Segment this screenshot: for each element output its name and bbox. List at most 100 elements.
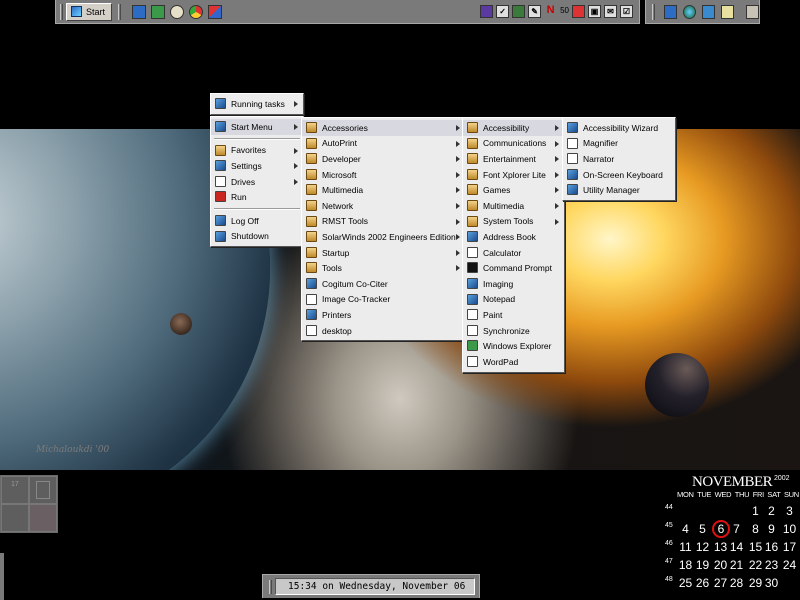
calendar-day[interactable]: 13 [712,540,729,554]
calendar-day[interactable]: 28 [728,576,745,590]
left-edge-handle[interactable] [0,553,4,600]
menu-item-entertainment[interactable]: Entertainment [463,151,564,167]
menu-item-start-menu[interactable]: Start Menu [211,119,303,135]
menu-item-synchronize[interactable]: Synchronize [463,323,564,339]
desktop-icon[interactable] [663,4,677,19]
calendar-day[interactable]: 19 [694,558,711,572]
menu-item-run[interactable]: Run [211,189,303,205]
clock-text[interactable]: 15:34 on Wednesday, November 06 [275,578,475,595]
toolbar-grip[interactable] [652,3,655,20]
menu-item-rmst-tools[interactable]: RMST Tools [302,214,465,230]
calendar-day[interactable]: 7 [728,522,745,536]
menu-item-accessories[interactable]: Accessories [302,120,465,136]
calendar-day[interactable]: 30 [763,576,780,590]
menu-item-accessibility[interactable]: Accessibility [463,120,564,136]
menu-item-microsoft[interactable]: Microsoft [302,167,465,183]
media-icon[interactable] [170,4,185,19]
calendar-day[interactable]: 9 [763,522,780,536]
quicklaunch-grip[interactable] [118,3,122,20]
check-icon[interactable]: ✓ [496,5,510,18]
menu-item-accessibility-wizard[interactable]: Accessibility Wizard [563,120,675,136]
menu-item-imaging[interactable]: Imaging [463,276,564,292]
start-button[interactable]: Start [66,2,113,21]
calendar-day[interactable]: 18 [677,558,694,572]
menu-item-cogitum-co-citer[interactable]: Cogitum Co-Citer [302,276,465,292]
taskbar-grip[interactable] [60,3,63,20]
menu-item-paint[interactable]: Paint [463,307,564,323]
calendar-day[interactable]: 12 [694,540,711,554]
calendar-day[interactable]: 27 [712,576,729,590]
menu-item-multimedia[interactable]: Multimedia [463,198,564,214]
clipboard-icon[interactable] [745,4,759,19]
menu-item-narrator[interactable]: Narrator [563,151,675,167]
calendar-day[interactable]: 11 [677,540,694,554]
menu-item-font-xplorer[interactable]: Font Xplorer Lite [463,167,564,183]
menu-item-autoprint[interactable]: AutoPrint [302,136,465,152]
menu-item-utility-manager[interactable]: Utility Manager [563,182,675,198]
menu-item-magnifier[interactable]: Magnifier [563,136,675,152]
calendar-day[interactable]: 20 [712,558,729,572]
calendar-day[interactable]: 17 [781,540,798,554]
menu-item-address-book[interactable]: Address Book [463,229,564,245]
image-icon[interactable] [512,5,526,18]
pager-desktop-2[interactable] [29,476,57,504]
menu-item-log-off[interactable]: Log Off [211,213,303,229]
pager-desktop-3[interactable] [1,504,29,532]
calendar-day[interactable]: 16 [763,540,780,554]
red-box-icon[interactable] [572,5,585,18]
calendar-day[interactable]: 5 [694,522,711,536]
windows-icon[interactable] [208,4,223,19]
menu-item-favorites[interactable]: Favorites [211,143,303,159]
pager-desktop-4[interactable] [29,504,57,532]
menu-item-shutdown[interactable]: Shutdown [211,229,303,245]
explorer-icon[interactable] [151,4,166,19]
menu-item-solarwinds[interactable]: SolarWinds 2002 Engineers Edition [302,229,465,245]
calendar-day[interactable]: 1 [747,504,764,518]
calendar-day[interactable]: 29 [747,576,764,590]
norton-icon[interactable]: N [544,5,557,18]
calendar-day[interactable]: 4 [677,522,694,536]
pen-icon[interactable]: ✎ [528,5,542,18]
menu-item-command-prompt[interactable]: Command Prompt [463,260,564,276]
pager-desktop-1[interactable]: 17 [1,476,29,504]
menu-item-windows-explorer[interactable]: Windows Explorer [463,338,564,354]
desktop-icon[interactable] [132,4,147,19]
calendar-day[interactable]: 24 [781,558,798,572]
toolbox-icon[interactable]: ▣ [588,5,601,18]
calendar-day[interactable]: 2 [763,504,780,518]
calendar-day[interactable]: 23 [763,558,780,572]
menu-item-tools[interactable]: Tools [302,260,465,276]
browser-icon[interactable] [189,4,204,19]
clock-grip[interactable] [269,579,272,594]
calendar-day[interactable]: 8 [747,522,764,536]
network-icon[interactable] [701,4,715,19]
calendar-icon[interactable] [720,4,734,19]
shield-icon[interactable] [480,5,494,18]
menu-item-network[interactable]: Network [302,198,465,214]
menu-item-wordpad[interactable]: WordPad [463,354,564,370]
mail-icon[interactable]: ✉ [604,5,617,18]
menu-item-games[interactable]: Games [463,182,564,198]
menu-item-drives[interactable]: Drives [211,174,303,190]
menu-item-developer[interactable]: Developer [302,151,465,167]
calendar-day[interactable]: 26 [694,576,711,590]
menu-item-running-tasks[interactable]: Running tasks [211,96,303,112]
menu-item-calculator[interactable]: Calculator [463,245,564,261]
calendar-day[interactable]: 21 [728,558,745,572]
menu-item-multimedia[interactable]: Multimedia [302,182,465,198]
menu-item-settings[interactable]: Settings [211,158,303,174]
menu-item-on-screen-keyboard[interactable]: On-Screen Keyboard [563,167,675,183]
menu-item-system-tools[interactable]: System Tools [463,214,564,230]
calendar-day[interactable]: 22 [747,558,764,572]
menu-item-printers[interactable]: Printers [302,307,465,323]
calendar-day[interactable]: 15 [747,540,764,554]
calendar-day[interactable]: 10 [781,522,798,536]
calendar-day[interactable]: 25 [677,576,694,590]
menu-item-image-co-tracker[interactable]: Image Co-Tracker [302,292,465,308]
checkbox-icon[interactable]: ☑ [620,5,633,18]
globe-icon[interactable] [682,4,696,19]
menu-item-startup[interactable]: Startup [302,245,465,261]
menu-item-notepad[interactable]: Notepad [463,292,564,308]
menu-item-desktop[interactable]: desktop [302,323,465,339]
calendar-day[interactable]: 14 [728,540,745,554]
